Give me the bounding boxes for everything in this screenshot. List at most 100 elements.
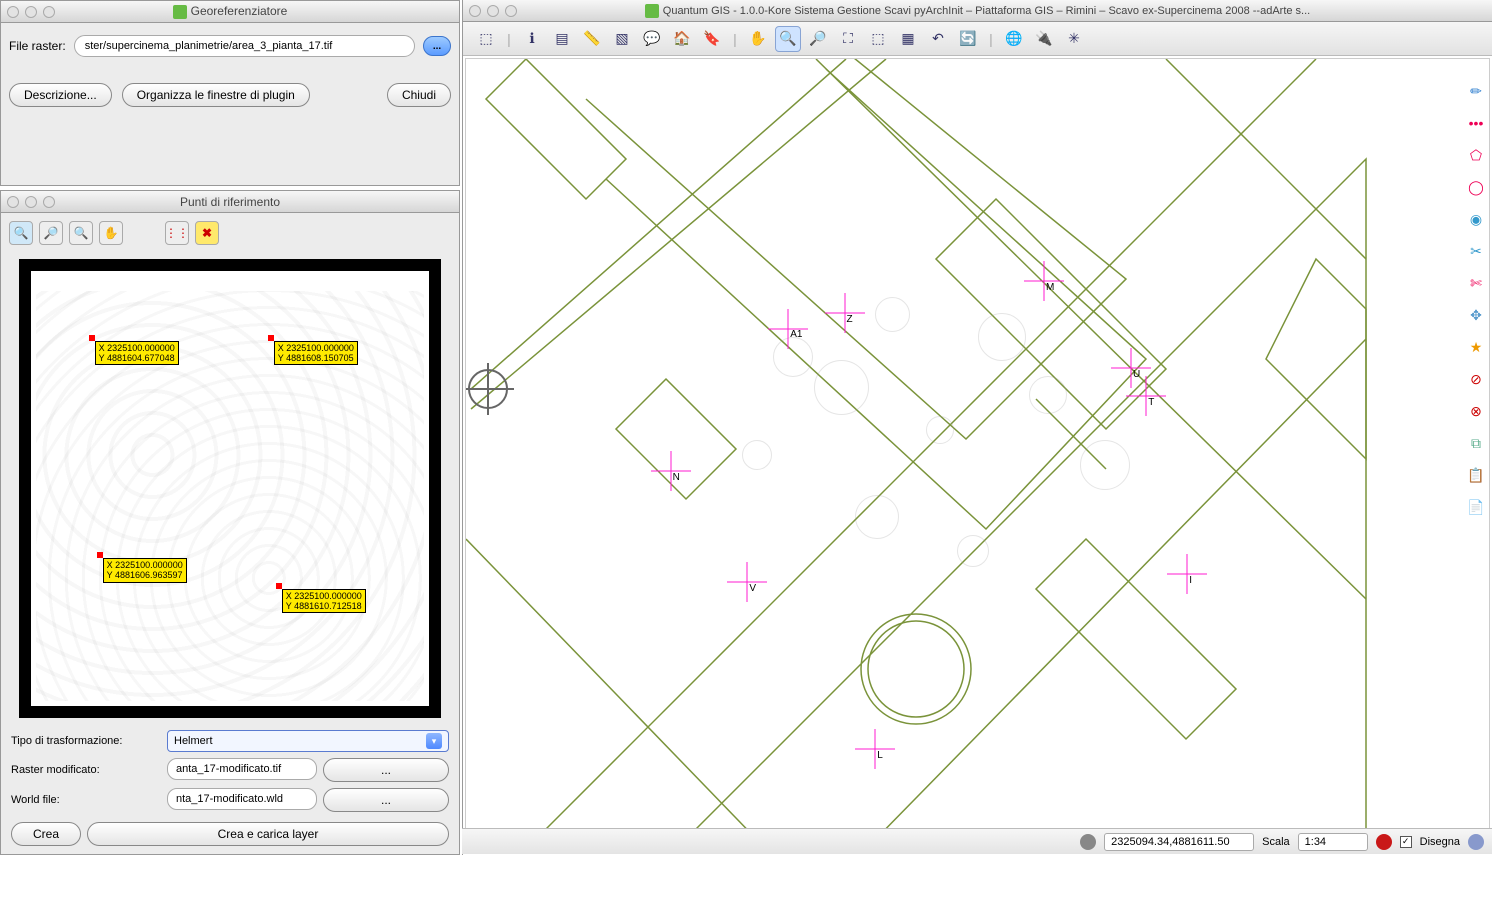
map-canvas[interactable]: MZA1UTNIVL: [465, 58, 1490, 853]
window-minimize-button[interactable]: [25, 6, 37, 18]
refpts-title: Punti di riferimento: [1, 195, 459, 209]
zoom-out-icon[interactable]: 🔎: [805, 26, 831, 52]
copy-icon[interactable]: ⧉: [1465, 432, 1487, 454]
close-button[interactable]: Chiudi: [387, 83, 451, 107]
chevron-down-icon: ▾: [426, 733, 442, 749]
map-marker[interactable]: A1: [768, 309, 808, 349]
zoom-last-icon[interactable]: ↶: [925, 26, 951, 52]
qgis-titlebar: Quantum GIS - 1.0.0-Kore Sistema Gestion…: [463, 0, 1492, 22]
pan-icon[interactable]: ✋: [99, 221, 123, 245]
select-icon[interactable]: ⬚: [473, 26, 499, 52]
paste-icon[interactable]: 📋: [1465, 464, 1487, 486]
window-close-button[interactable]: [7, 196, 19, 208]
file-raster-input[interactable]: [74, 35, 415, 57]
zoom-full-icon[interactable]: ⛶: [835, 26, 861, 52]
clipboard-icon[interactable]: 📄: [1465, 496, 1487, 518]
table-icon[interactable]: ▤: [549, 26, 575, 52]
gcp-marker[interactable]: X 2325100.000000 Y 4881604.677048: [95, 341, 179, 366]
zoom-in-icon[interactable]: 🔍: [775, 26, 801, 52]
raster-preview[interactable]: X 2325100.000000 Y 4881604.677048 X 2325…: [19, 259, 441, 718]
window-close-button[interactable]: [7, 6, 19, 18]
refpts-titlebar: Punti di riferimento: [1, 191, 459, 213]
globe-icon[interactable]: 🌐: [1001, 26, 1027, 52]
reference-points-window: Punti di riferimento 🔍 🔎 🔍 ✋ ⋮⋮ ✖ X 2325…: [0, 190, 460, 855]
georef-titlebar: Georeferenziatore: [1, 1, 459, 23]
zoom-out-icon[interactable]: 🔎: [39, 221, 63, 245]
draw-ring-icon[interactable]: ◯: [1465, 176, 1487, 198]
draw-region-icon[interactable]: ◉: [1465, 208, 1487, 230]
render-checkbox[interactable]: ✓: [1400, 836, 1412, 848]
window-minimize-button[interactable]: [25, 196, 37, 208]
raster-overlay: [466, 59, 1489, 852]
digitize-toolbar: ✏ ••• ⬠ ◯ ◉ ✂ ✄ ✥ ★ ⊘ ⊗ ⧉ 📋 📄: [1465, 80, 1489, 518]
qgis-main-window: Quantum GIS - 1.0.0-Kore Sistema Gestion…: [462, 0, 1492, 855]
raster-modified-browse-button[interactable]: ...: [323, 758, 449, 782]
pan-icon[interactable]: ✋: [745, 26, 771, 52]
window-zoom-button[interactable]: [43, 6, 55, 18]
north-arrow-icon[interactable]: ✳: [1061, 26, 1087, 52]
map-marker[interactable]: L: [855, 729, 895, 769]
star-icon[interactable]: ★: [1465, 336, 1487, 358]
gcp-marker[interactable]: X 2325100.000000 Y 4881610.712518: [282, 589, 366, 614]
draw-poly-icon[interactable]: ⬠: [1465, 144, 1487, 166]
create-button[interactable]: Crea: [11, 822, 81, 846]
qgis-toolbar: ⬚ | ℹ ▤ 📏 ▧ 💬 🏠 🔖 | ✋ 🔍 🔎 ⛶ ⬚ ▦ ↶ 🔄 | 🌐 …: [463, 22, 1492, 56]
zoom-layer-icon[interactable]: 🔍: [69, 221, 93, 245]
qgis-title: Quantum GIS - 1.0.0-Kore Sistema Gestion…: [663, 4, 1310, 16]
plugin-icon[interactable]: 🔌: [1031, 26, 1057, 52]
home-icon[interactable]: 🏠: [669, 26, 695, 52]
map-marker[interactable]: I: [1167, 554, 1207, 594]
map-marker[interactable]: M: [1024, 261, 1064, 301]
window-zoom-button[interactable]: [43, 196, 55, 208]
zoom-in-icon[interactable]: 🔍: [9, 221, 33, 245]
map-marker[interactable]: Z: [825, 293, 865, 333]
window-close-button[interactable]: [469, 5, 481, 17]
delete-ring-icon[interactable]: ⊗: [1465, 400, 1487, 422]
map-marker[interactable]: T: [1126, 376, 1166, 416]
map-marker[interactable]: N: [651, 451, 691, 491]
draw-line-icon[interactable]: •••: [1465, 112, 1487, 134]
app-icon: [173, 5, 187, 19]
transform-label: Tipo di trasformazione:: [11, 735, 161, 747]
scale-input[interactable]: 1:34: [1298, 833, 1368, 851]
organize-windows-button[interactable]: Organizza le finestre di plugin: [122, 83, 310, 107]
bookmark-icon[interactable]: 🔖: [699, 26, 725, 52]
browse-button[interactable]: ...: [423, 36, 451, 56]
worldfile-input[interactable]: nta_17-modificato.wld: [167, 788, 317, 810]
description-button[interactable]: Descrizione...: [9, 83, 112, 107]
worldfile-browse-button[interactable]: ...: [323, 788, 449, 812]
tips-icon[interactable]: 💬: [639, 26, 665, 52]
create-load-layer-button[interactable]: Crea e carica layer: [87, 822, 449, 846]
transform-select[interactable]: Helmert▾: [167, 730, 449, 752]
delete-point-icon[interactable]: ✖: [195, 221, 219, 245]
measure-icon[interactable]: 📏: [579, 26, 605, 52]
raster-modified-label: Raster modificato:: [11, 764, 161, 776]
scissors-icon[interactable]: ✄: [1465, 272, 1487, 294]
edit-icon[interactable]: ✂: [1465, 240, 1487, 262]
draw-point-icon[interactable]: ✏: [1465, 80, 1487, 102]
measure-area-icon[interactable]: ▧: [609, 26, 635, 52]
scale-label: Scala: [1262, 836, 1290, 848]
status-projection-icon[interactable]: [1468, 834, 1484, 850]
zoom-layer-icon[interactable]: ▦: [895, 26, 921, 52]
georef-title: Georeferenziatore: [191, 4, 288, 18]
zoom-selection-icon[interactable]: ⬚: [865, 26, 891, 52]
raster-modified-input[interactable]: anta_17-modificato.tif: [167, 758, 317, 780]
projection-icon[interactable]: [1080, 834, 1096, 850]
refresh-icon[interactable]: 🔄: [955, 26, 981, 52]
gcp-marker[interactable]: X 2325100.000000 Y 4881606.963597: [103, 558, 187, 583]
identify-icon[interactable]: ℹ: [519, 26, 545, 52]
file-raster-label: File raster:: [9, 39, 66, 53]
add-point-icon[interactable]: ⋮⋮: [165, 221, 189, 245]
move-icon[interactable]: ✥: [1465, 304, 1487, 326]
georeferencer-window: Georeferenziatore File raster: ... Descr…: [0, 0, 460, 186]
coordinates-display: 2325094.34,4881611.50: [1104, 833, 1254, 851]
window-minimize-button[interactable]: [487, 5, 499, 17]
delete-icon[interactable]: ⊘: [1465, 368, 1487, 390]
stop-render-icon[interactable]: [1376, 834, 1392, 850]
render-label: Disegna: [1420, 836, 1460, 848]
app-icon: [645, 4, 659, 18]
gcp-marker[interactable]: X 2325100.000000 Y 4881608.150705: [274, 341, 358, 366]
window-zoom-button[interactable]: [505, 5, 517, 17]
map-marker[interactable]: V: [727, 562, 767, 602]
